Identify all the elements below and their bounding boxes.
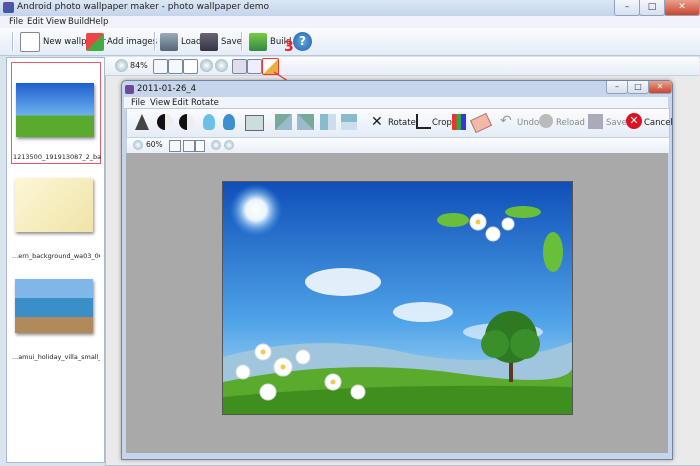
rotate-left-icon[interactable] xyxy=(275,114,292,130)
save-button[interactable]: Save xyxy=(200,31,242,52)
zoom-out-small-icon[interactable] xyxy=(215,59,228,72)
zoom-level: 84% xyxy=(130,61,148,70)
editor-fit-height-icon[interactable] xyxy=(183,140,195,152)
save-label: Save xyxy=(221,36,242,47)
thumbnail-label: ...amui_holiday_villa_small_pic xyxy=(12,353,100,361)
load-label: Load xyxy=(181,36,202,47)
thumbnail-image xyxy=(15,279,93,333)
editor-fit-width-icon[interactable] xyxy=(169,140,181,152)
work-toolbar: 84% xyxy=(105,57,699,76)
editor-zoom-toolbar: 60% xyxy=(126,137,670,154)
help-button[interactable]: ? xyxy=(293,31,315,52)
title-bar: Android photo wallpaper maker - photo wa… xyxy=(0,0,700,17)
maximize-button[interactable]: □ xyxy=(639,0,665,16)
toolbar-separator xyxy=(154,32,156,51)
help-icon: ? xyxy=(293,32,312,51)
thumbnail-image xyxy=(16,83,94,137)
rotate-tool-icon[interactable]: ✕ xyxy=(371,115,383,129)
flip-vertical-icon[interactable] xyxy=(341,114,357,130)
contrast-down-icon[interactable] xyxy=(179,114,195,130)
cancel-icon[interactable]: ✕ xyxy=(626,113,642,129)
window-title: Android photo wallpaper maker - photo wa… xyxy=(17,2,270,12)
thumbnail-label: ...ern_background_wa03_063l xyxy=(12,252,100,260)
zoom-in-icon[interactable] xyxy=(200,59,213,72)
editor-actual-size-icon[interactable] xyxy=(195,140,205,152)
zoom-out-icon[interactable] xyxy=(115,59,128,72)
undo-label[interactable]: Undo xyxy=(517,118,539,128)
editor-zoom-out2-icon[interactable] xyxy=(224,140,234,150)
folder-icon xyxy=(160,32,178,51)
thumbnail-panel: 1213500_191913087_2_bak ...ern_backgroun… xyxy=(6,57,105,463)
editor-app-icon xyxy=(125,85,134,94)
editor-save-label[interactable]: Save xyxy=(606,118,627,128)
color-balance-icon[interactable] xyxy=(452,114,466,130)
add-images-label: Add images xyxy=(107,36,158,47)
grayscale-icon[interactable] xyxy=(245,115,264,131)
editor-maximize-button[interactable]: □ xyxy=(627,81,649,94)
editor-zoom-out-icon[interactable] xyxy=(133,140,143,150)
editor-toolbar: ✕ Rotate Crop ↶ Undo Reload Save ✕ Cance… xyxy=(126,108,673,138)
brightness-down-icon[interactable] xyxy=(223,114,235,130)
thumbnail-item[interactable]: ...ern_background_wa03_063l xyxy=(11,170,100,265)
contrast-up-icon[interactable] xyxy=(157,114,173,130)
floppy-disk-icon xyxy=(200,32,218,51)
thumbnail-item[interactable]: ...amui_holiday_villa_small_pic xyxy=(11,273,100,368)
editor-minimize-button[interactable]: – xyxy=(606,81,628,94)
new-page-icon xyxy=(20,31,40,52)
editor-title: 2011-01-26_4 xyxy=(137,84,197,94)
thumbnail-item[interactable]: 1213500_191913087_2_bak xyxy=(11,62,101,164)
fit-width-icon[interactable] xyxy=(153,59,168,74)
load-button[interactable]: Load xyxy=(160,31,201,52)
menu-bar: File Edit View Build Help xyxy=(0,16,700,28)
step-annotation: 3 xyxy=(284,39,294,55)
editor-menu-bar: File View Edit Rotate xyxy=(124,97,668,108)
close-button[interactable]: ✕ xyxy=(664,0,700,16)
minimize-button[interactable]: – xyxy=(614,0,640,16)
add-images-icon xyxy=(86,32,104,51)
reload-icon[interactable] xyxy=(539,114,553,128)
main-toolbar: New wallpaper Add images ▼ Load Save Bui… xyxy=(0,28,700,56)
app-icon xyxy=(3,2,14,13)
editor-close-button[interactable]: ✕ xyxy=(648,81,672,94)
undo-icon[interactable]: ↶ xyxy=(500,114,514,128)
editor-save-icon[interactable] xyxy=(588,114,603,129)
wallpaper-image xyxy=(223,182,572,414)
select-icon[interactable] xyxy=(232,59,247,74)
thumbnail-label: 1213500_191913087_2_bak xyxy=(13,153,101,161)
actual-size-icon[interactable] xyxy=(183,59,198,74)
pan-hand-icon[interactable] xyxy=(247,59,262,74)
wallpaper-photo[interactable] xyxy=(222,181,573,415)
editor-zoom-in-icon[interactable] xyxy=(211,140,221,150)
sharpen-icon[interactable] xyxy=(135,114,149,130)
rotate-label[interactable]: Rotate xyxy=(388,118,416,128)
menu-help[interactable]: Help xyxy=(86,16,111,28)
flip-horizontal-icon[interactable] xyxy=(320,114,336,130)
thumbnail-image xyxy=(15,178,93,232)
toolbar-separator xyxy=(12,32,14,51)
brightness-up-icon[interactable] xyxy=(203,114,215,130)
reload-label[interactable]: Reload xyxy=(556,118,585,128)
android-build-icon xyxy=(249,32,267,51)
cancel-label[interactable]: Cancel xyxy=(644,118,673,128)
crop-icon[interactable] xyxy=(416,114,431,129)
toolbar-separator xyxy=(241,32,243,51)
rotate-right-icon[interactable] xyxy=(297,114,314,130)
eraser-icon[interactable] xyxy=(469,112,493,134)
crop-label[interactable]: Crop xyxy=(432,118,452,128)
editor-zoom-level: 60% xyxy=(146,140,163,149)
fit-height-icon[interactable] xyxy=(168,59,183,74)
